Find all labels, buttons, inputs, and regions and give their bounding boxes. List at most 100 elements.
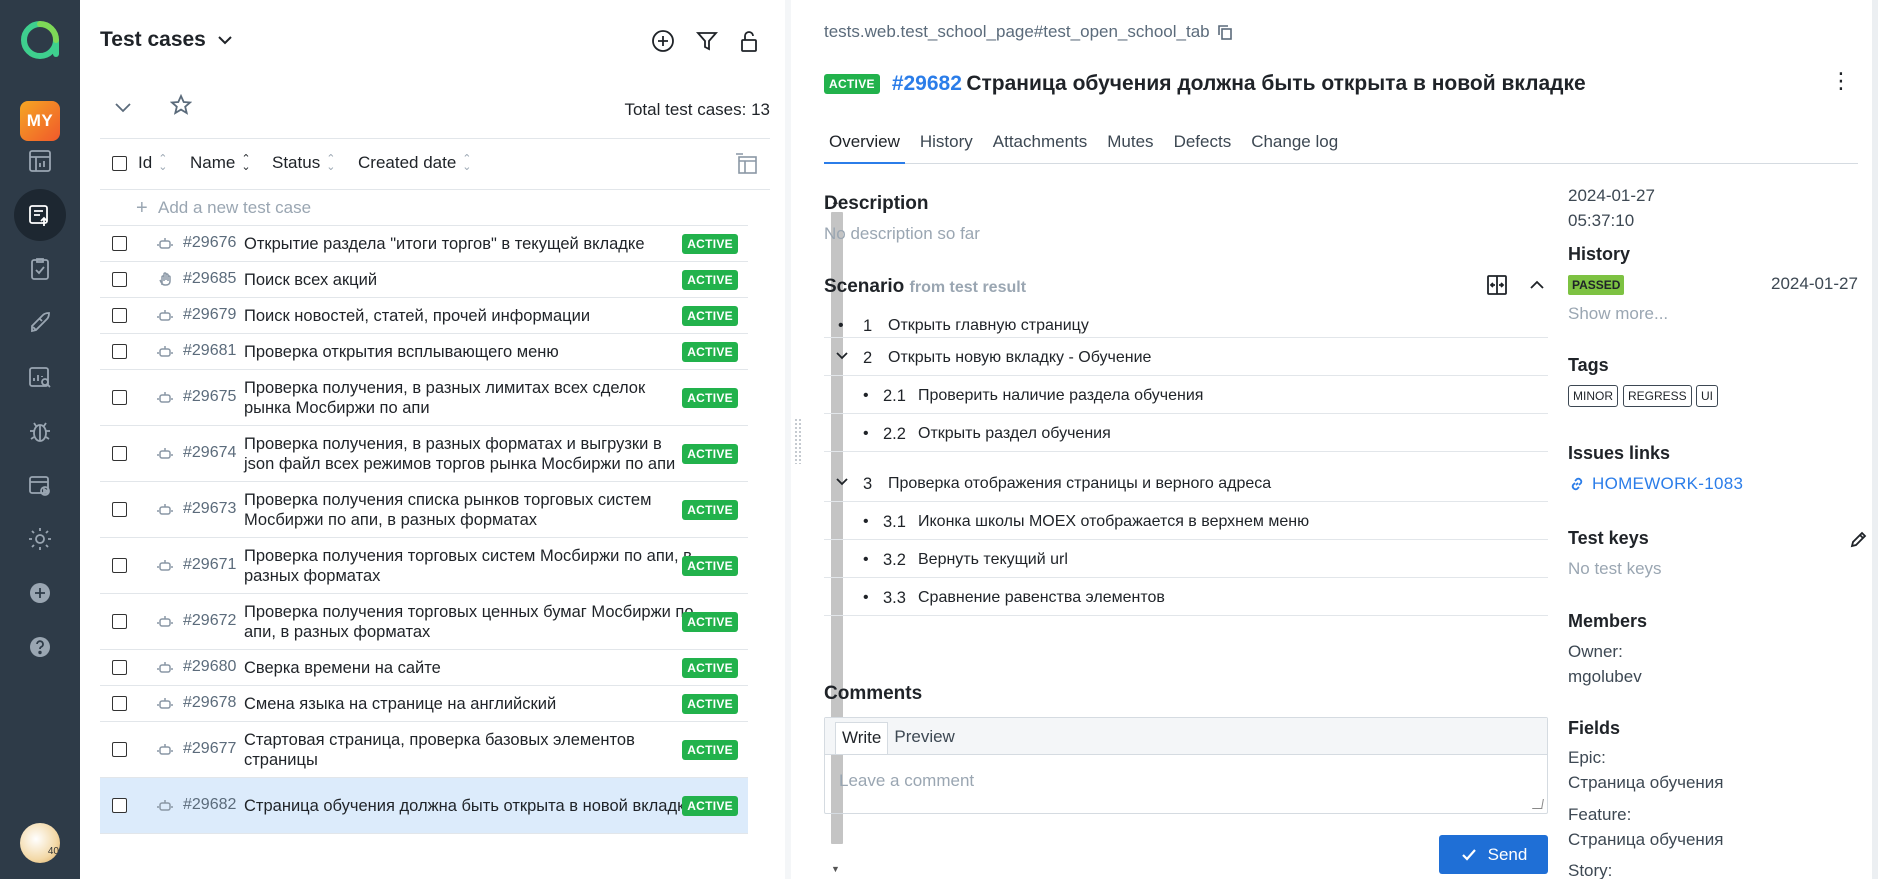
scenario-step[interactable]: • 2.2 Открыть раздел обучения — [824, 414, 1548, 452]
scenario-step[interactable]: 3 Проверка отображения страницы и верного… — [824, 452, 1548, 502]
column-status[interactable]: Status ⌃ ⌄ — [272, 153, 335, 173]
copy-icon[interactable] — [1216, 23, 1234, 41]
row-checkbox[interactable] — [112, 271, 127, 292]
star-icon[interactable] — [169, 93, 193, 121]
row-checkbox[interactable] — [112, 797, 127, 818]
scrollbar-thumb[interactable] — [1872, 0, 1878, 879]
automated-test-icon — [157, 741, 173, 757]
row-checkbox[interactable] — [112, 307, 127, 328]
row-checkbox[interactable] — [112, 741, 127, 762]
table-row[interactable]: #29678 Смена языка на странице на английс… — [100, 686, 748, 722]
row-checkbox[interactable] — [112, 557, 127, 578]
defects-icon[interactable] — [14, 405, 66, 457]
splitter-grip[interactable] — [794, 418, 802, 464]
table-row[interactable]: #29673 Проверка получения списка рынков т… — [100, 482, 748, 538]
collapse-all-icon[interactable] — [112, 96, 134, 123]
tag-chip[interactable]: MINOR — [1568, 385, 1618, 407]
test-cases-title[interactable]: Test cases — [100, 28, 234, 52]
add-project-icon[interactable] — [14, 567, 66, 619]
edit-icon[interactable] — [1848, 530, 1868, 555]
tab-preview[interactable]: Preview — [888, 722, 960, 754]
tag-chip[interactable]: REGRESS — [1623, 385, 1692, 407]
comment-input[interactable]: Leave a comment — [839, 771, 974, 791]
row-checkbox[interactable] — [112, 613, 127, 634]
more-menu-icon[interactable]: ⋮ — [1830, 70, 1852, 92]
step-text: Проверка отображения страницы и верного … — [888, 475, 1272, 492]
test-cases-icon[interactable] — [14, 189, 66, 241]
table-row[interactable]: #29681 Проверка открытия всплывающего мен… — [100, 334, 748, 370]
table-row[interactable]: #29676 Открытие раздела "итоги торгов" в … — [100, 226, 748, 262]
dashboard-icon[interactable] — [14, 135, 66, 187]
panel-splitter[interactable] — [785, 0, 791, 879]
table-row[interactable]: #29675 Проверка получения, в разных лимит… — [100, 370, 748, 426]
status-badge: ACTIVE — [682, 611, 738, 632]
step-bullet: • — [863, 513, 869, 530]
allure-logo[interactable] — [20, 20, 60, 60]
select-all-checkbox[interactable] — [112, 156, 127, 176]
step-text: Открыть раздел обучения — [918, 425, 1111, 442]
column-settings-icon[interactable] — [734, 151, 760, 177]
scenario-step[interactable]: • 3.2 Вернуть текущий url — [824, 540, 1548, 578]
tab-history[interactable]: History — [915, 130, 978, 164]
tab-write[interactable]: Write — [835, 722, 889, 754]
tab-attachments[interactable]: Attachments — [988, 130, 1093, 164]
issue-link[interactable]: HOMEWORK-1083 — [1568, 474, 1743, 494]
filter-icon[interactable] — [694, 28, 722, 56]
expand-step-icon[interactable] — [835, 475, 849, 494]
user-avatar[interactable]: 40 — [20, 823, 60, 863]
settings-icon[interactable] — [14, 513, 66, 565]
table-row[interactable]: #29680 Сверка времени на сайте ACTIVE — [100, 650, 748, 686]
table-row[interactable]: #29685 Поиск всех акций ACTIVE — [100, 262, 748, 298]
table-row[interactable]: #29679 Поиск новостей, статей, прочей инф… — [100, 298, 748, 334]
add-test-case-row[interactable]: + Add a new test case — [100, 190, 748, 226]
test-case-name: Стартовая страница, проверка базовых эле… — [244, 730, 635, 769]
scenario-step[interactable]: 2 Открыть новую вкладку - Обучение — [824, 338, 1548, 376]
table-row[interactable]: #29672 Проверка получения торговых ценных… — [100, 594, 748, 650]
row-checkbox[interactable] — [112, 389, 127, 410]
tab-change-log[interactable]: Change log — [1246, 130, 1343, 164]
scenario-step[interactable]: • 1 Открыть главную страницу — [824, 306, 1548, 338]
tab-overview[interactable]: Overview — [824, 130, 905, 164]
test-keys-value: No test keys — [1568, 559, 1662, 578]
show-more-link[interactable]: Show more... — [1568, 304, 1668, 324]
help-icon[interactable] — [14, 621, 66, 673]
step-bullet: • — [863, 387, 869, 404]
row-checkbox[interactable] — [112, 695, 127, 716]
column-name[interactable]: Name ⌃ ⌄ — [190, 153, 251, 173]
panel-title: Test cases — [100, 28, 206, 51]
table-row[interactable]: #29671 Проверка получения торговых систем… — [100, 538, 748, 594]
row-checkbox[interactable] — [112, 343, 127, 364]
collapse-icon[interactable] — [1525, 273, 1549, 302]
column-id[interactable]: Id ⌃ ⌄ — [138, 153, 167, 173]
jobs-icon[interactable] — [14, 459, 66, 511]
send-button[interactable]: Send — [1439, 835, 1548, 874]
add-test-case-icon[interactable] — [650, 28, 678, 56]
compare-icon[interactable] — [1485, 273, 1509, 302]
detail-scrollbar[interactable] — [1869, 0, 1882, 879]
table-row[interactable]: #29682 Страница обучения должна быть откр… — [100, 778, 748, 834]
row-checkbox[interactable] — [112, 235, 127, 256]
scenario-step[interactable]: • 3.3 Сравнение равенства элементов — [824, 578, 1548, 616]
tag-chip[interactable]: UI — [1696, 385, 1718, 407]
tab-mutes[interactable]: Mutes — [1102, 130, 1158, 164]
column-created-date[interactable]: Created date ⌃ ⌄ — [358, 153, 472, 173]
test-case-heading: ACTIVE #29682 Страница обучения должна б… — [824, 72, 1586, 96]
test-case-number[interactable]: #29682 — [892, 72, 962, 95]
history-status-badge[interactable]: PASSED — [1568, 275, 1625, 295]
automated-test-icon — [157, 307, 173, 323]
resize-handle[interactable] — [1532, 799, 1544, 809]
scenario-step[interactable]: • 3.1 Иконка школы MOEX отображается в вер… — [824, 502, 1548, 540]
row-checkbox[interactable] — [112, 659, 127, 680]
tab-defects[interactable]: Defects — [1169, 130, 1237, 164]
row-checkbox[interactable] — [112, 501, 127, 522]
status-badge: ACTIVE — [682, 387, 738, 408]
test-plans-icon[interactable] — [14, 243, 66, 295]
table-row[interactable]: #29674 Проверка получения, в разных форма… — [100, 426, 748, 482]
scenario-step[interactable]: • 2.1 Проверить наличие раздела обучения — [824, 376, 1548, 414]
expand-step-icon[interactable] — [835, 349, 849, 368]
table-row[interactable]: #29677 Стартовая страница, проверка базов… — [100, 722, 748, 778]
analytics-icon[interactable] — [14, 351, 66, 403]
row-checkbox[interactable] — [112, 445, 127, 466]
unlock-icon[interactable] — [736, 28, 764, 56]
launches-icon[interactable] — [14, 297, 66, 349]
